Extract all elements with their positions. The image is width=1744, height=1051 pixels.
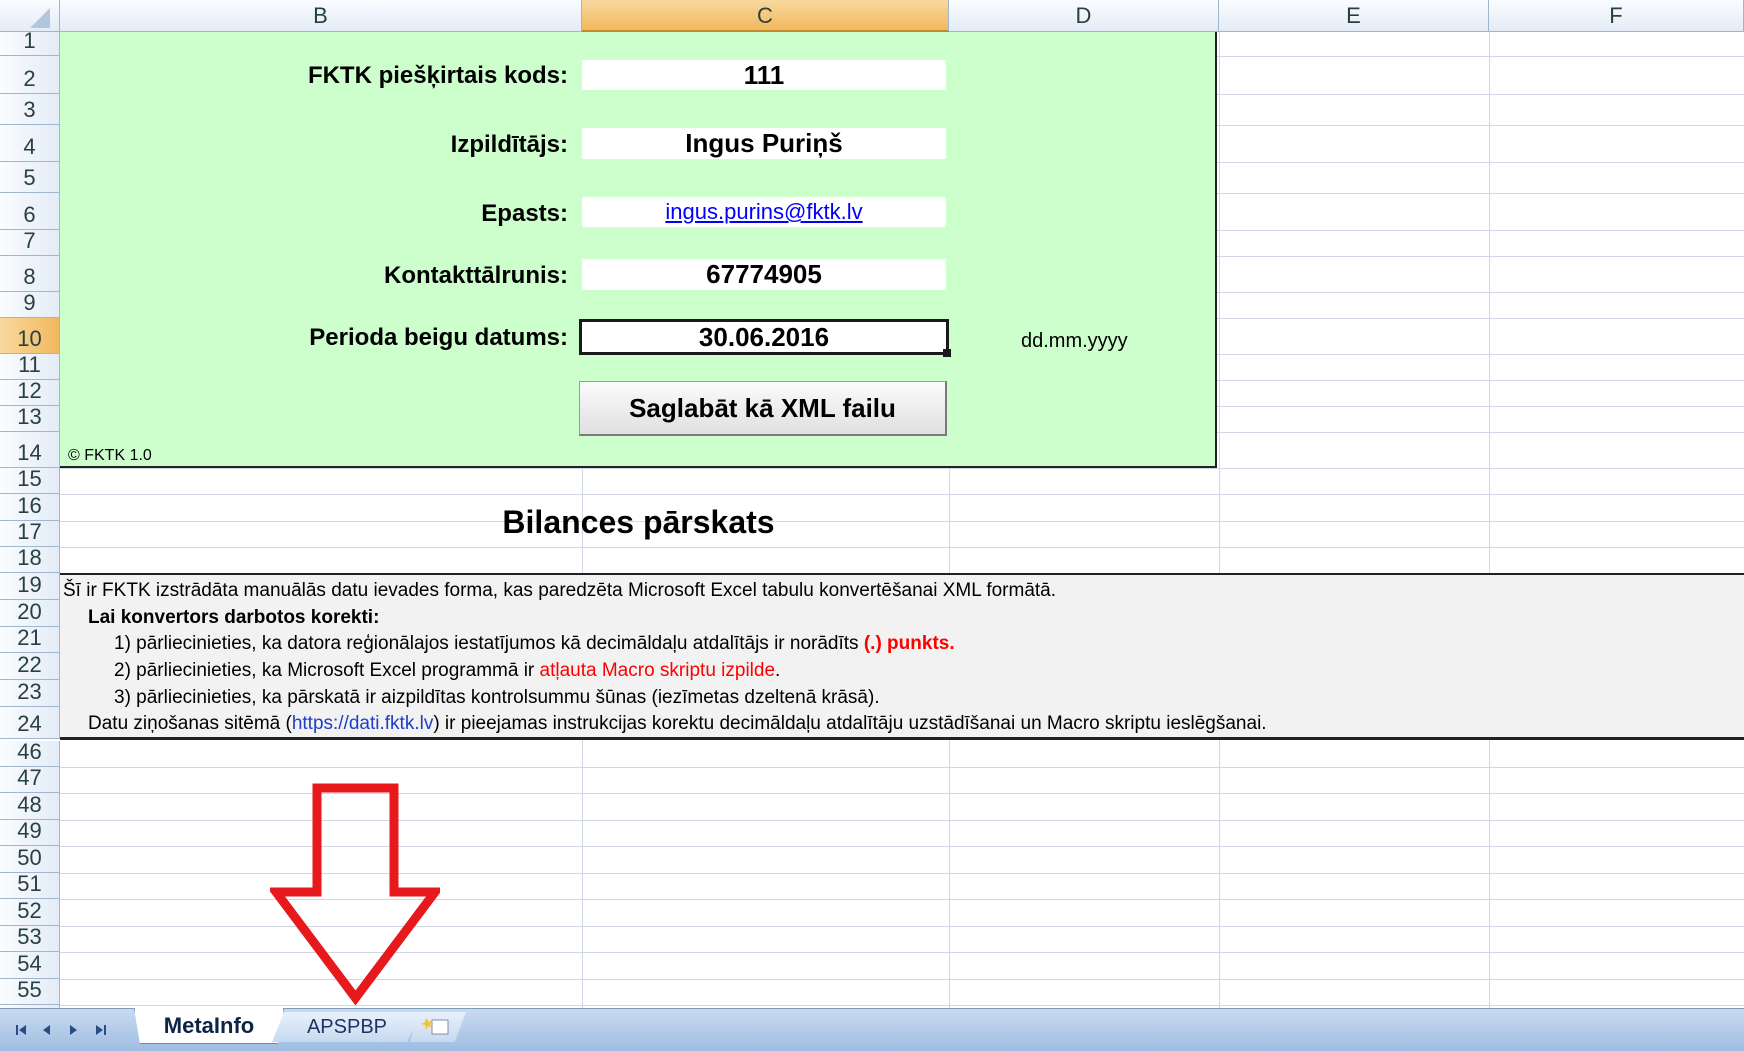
row-header-1[interactable]: 1 <box>0 28 60 56</box>
first-sheet-icon[interactable] <box>16 1025 26 1035</box>
row-header-53[interactable]: 53 <box>0 924 60 952</box>
email-field[interactable]: ingus.purins@fktk.lv <box>582 197 946 227</box>
phone-field[interactable]: 67774905 <box>582 259 946 290</box>
row-header-15[interactable]: 15 <box>0 466 60 494</box>
row-header-55[interactable]: 55 <box>0 977 60 1005</box>
row-header-4[interactable]: 4 <box>0 125 60 162</box>
row-header-54[interactable]: 54 <box>0 951 60 979</box>
instructions-footer-text: Datu ziņošanas sitēmā ( <box>88 713 292 734</box>
row-header-47[interactable]: 47 <box>0 765 60 793</box>
instructions-intro: Šī ir FKTK izstrādāta manuālās datu ieva… <box>63 580 1057 601</box>
copyright-text: © FKTK 1.0 <box>68 447 152 464</box>
row-header-23[interactable]: 23 <box>0 679 60 707</box>
row-header-51[interactable]: 51 <box>0 871 60 899</box>
period-end-date-field[interactable]: 30.06.2016 <box>579 319 949 355</box>
row-header-5[interactable]: 5 <box>0 162 60 193</box>
row-header-46[interactable]: 46 <box>0 739 60 767</box>
row-header-8[interactable]: 8 <box>0 256 60 292</box>
row-header-6[interactable]: 6 <box>0 193 60 230</box>
row-header-49[interactable]: 49 <box>0 818 60 846</box>
row-header-52[interactable]: 52 <box>0 898 60 926</box>
row-header-48[interactable]: 48 <box>0 792 60 820</box>
row-header-14[interactable]: 14 <box>0 432 60 468</box>
row-header-24[interactable]: 24 <box>0 707 60 739</box>
column-header-d[interactable]: D <box>949 0 1219 32</box>
email-link[interactable]: ingus.purins@fktk.lv <box>665 199 862 224</box>
save-xml-button[interactable]: Saglabāt kā XML failu <box>579 381 947 436</box>
instruction-item-1-highlight: (.) punkts. <box>863 633 955 654</box>
instructions-footer: Datu ziņošanas sitēmā (https://dati.fktk… <box>88 713 1267 735</box>
tab-apspbp-label: APSPBP <box>306 1016 388 1038</box>
row-header-2[interactable]: 2 <box>0 56 60 94</box>
tab-metainfo-label: MetaInfo <box>163 1013 255 1038</box>
row-header-7[interactable]: 7 <box>0 228 60 256</box>
row-header-21[interactable]: 21 <box>0 625 60 653</box>
instruction-item-1: 1) pārliecinieties, ka datora reģionālaj… <box>114 633 955 655</box>
dati-fktk-link[interactable]: https://dati.fktk.lv <box>292 713 434 734</box>
fill-handle[interactable] <box>943 349 951 357</box>
row-header-50[interactable]: 50 <box>0 845 60 873</box>
instruction-item-2: 2) pārliecinieties, ka Microsoft Excel p… <box>114 660 780 682</box>
date-format-hint: dd.mm.yyyy <box>1021 330 1128 352</box>
column-header-b[interactable]: B <box>60 0 582 32</box>
column-header-f[interactable]: F <box>1489 0 1744 32</box>
row-header-22[interactable]: 22 <box>0 652 60 680</box>
column-header-e[interactable]: E <box>1219 0 1489 32</box>
sheet-tab-bar: MetaInfo APSPBP <box>0 1008 1744 1051</box>
prev-sheet-icon[interactable] <box>43 1025 50 1035</box>
email-label: Epasts: <box>481 200 568 227</box>
row-header-19[interactable]: 19 <box>0 572 60 600</box>
row-header-12[interactable]: 12 <box>0 378 60 406</box>
arrow-down-annotation <box>270 783 440 1005</box>
instructions-heading: Lai konvertors darbotos korekti: <box>88 607 380 628</box>
row-header-13[interactable]: 13 <box>0 404 60 432</box>
row-header-18[interactable]: 18 <box>0 545 60 573</box>
tab-apspbp[interactable]: APSPBP <box>272 1012 422 1042</box>
instruction-item-1-text: 1) pārliecinieties, ka datora reģionālaj… <box>114 633 864 654</box>
tab-nav-icons <box>16 1025 106 1035</box>
insert-sheet-tab[interactable] <box>410 1012 466 1042</box>
tab-nav-buttons <box>8 1017 128 1043</box>
instruction-item-3: 3) pārliecinieties, ka pārskatā ir aizpi… <box>114 687 880 708</box>
report-title: Bilances pārskats <box>502 504 775 540</box>
phone-label: Kontakttālrunis: <box>383 262 568 289</box>
executor-field[interactable]: Ingus Puriņš <box>582 128 946 159</box>
instruction-item-2-highlight: atļauta Macro skriptu izpilde <box>539 660 776 681</box>
code-label: FKTK piešķirtais kods: <box>307 62 568 89</box>
insert-sheet-icon <box>421 1018 449 1035</box>
row-header-17[interactable]: 17 <box>0 519 60 547</box>
row-header-16[interactable]: 16 <box>0 493 60 521</box>
spreadsheet: B C D E F 1 2 3 4 5 6 7 8 9 10 11 12 13 … <box>0 0 1744 1051</box>
row-header-10[interactable]: 10 <box>0 318 60 354</box>
tab-metainfo[interactable]: MetaInfo <box>134 1008 284 1044</box>
last-sheet-icon[interactable] <box>96 1025 106 1035</box>
row-header-9[interactable]: 9 <box>0 290 60 318</box>
row-header-11[interactable]: 11 <box>0 352 60 380</box>
executor-label: Izpildītājs: <box>450 131 568 158</box>
date-label: Perioda beigu datums: <box>309 324 568 351</box>
row-header-3[interactable]: 3 <box>0 94 60 125</box>
column-header-c[interactable]: C <box>582 0 949 32</box>
code-field[interactable]: 111 <box>582 60 946 90</box>
instruction-item-2-text: 2) pārliecinieties, ka Microsoft Excel p… <box>114 660 540 681</box>
next-sheet-icon[interactable] <box>70 1025 77 1035</box>
instructions-footer-suffix: ) ir pieejamas instrukcijas korektu deci… <box>433 713 1267 734</box>
row-header-20[interactable]: 20 <box>0 599 60 627</box>
instruction-item-2-suffix: . <box>775 660 781 681</box>
